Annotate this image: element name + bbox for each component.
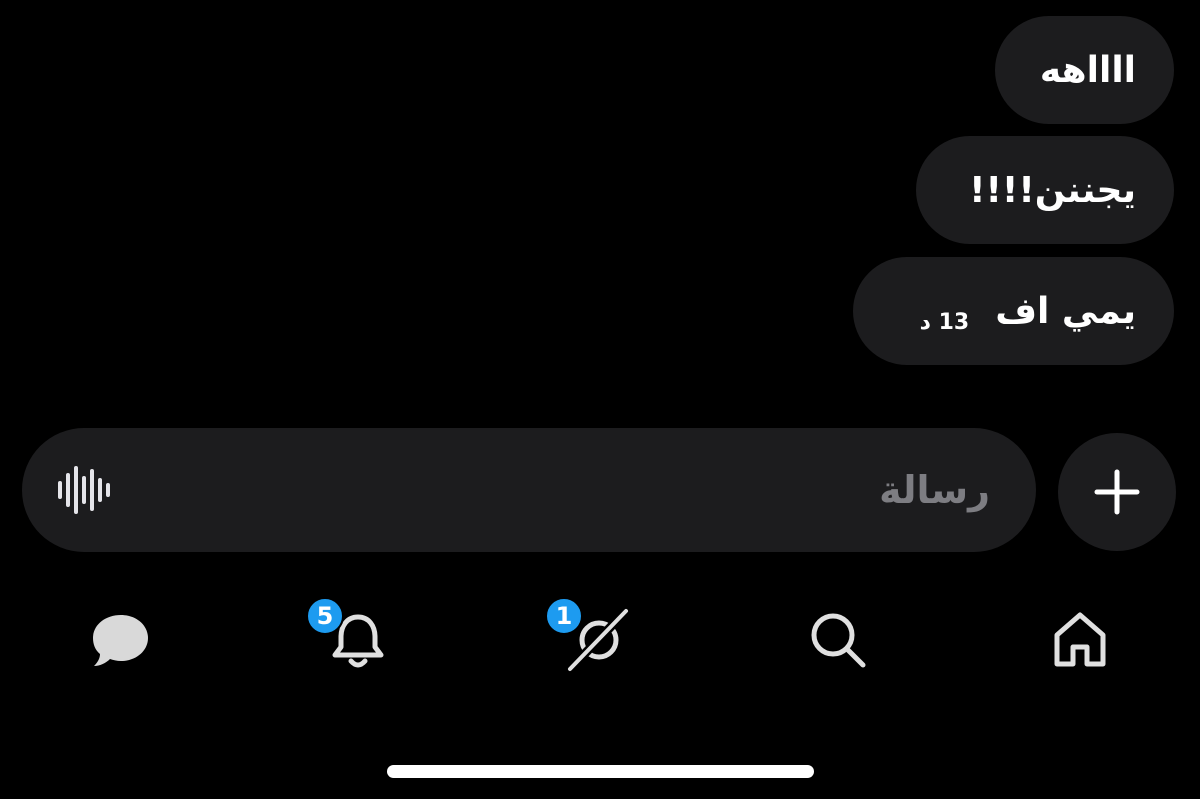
add-attachment-button[interactable] <box>1058 433 1176 551</box>
notifications-badge: 5 <box>306 597 344 635</box>
message-bubble[interactable]: ااااهه <box>995 16 1174 124</box>
tab-home[interactable] <box>1045 605 1115 675</box>
home-indicator <box>387 765 814 778</box>
message-text: ااااهه <box>1039 49 1136 91</box>
tab-search[interactable] <box>803 605 873 675</box>
message-text: يجننن!!!! <box>969 169 1136 211</box>
message-timestamp: 13 د <box>919 309 970 335</box>
waveform-icon[interactable] <box>56 466 112 518</box>
message-input[interactable]: رسالة <box>22 428 1036 552</box>
home-icon <box>1054 612 1106 667</box>
message-bubble[interactable]: يجننن!!!! <box>916 136 1174 244</box>
grok-badge: 1 <box>545 597 583 635</box>
message-input-placeholder: رسالة <box>879 468 990 512</box>
search-icon <box>811 613 866 668</box>
tab-messages[interactable] <box>85 605 155 675</box>
message-bubble[interactable]: يمي اف 13 د <box>853 257 1174 365</box>
plus-icon <box>1094 469 1140 515</box>
chat-bubble-icon <box>93 615 148 666</box>
message-text: يمي اف <box>995 290 1136 332</box>
